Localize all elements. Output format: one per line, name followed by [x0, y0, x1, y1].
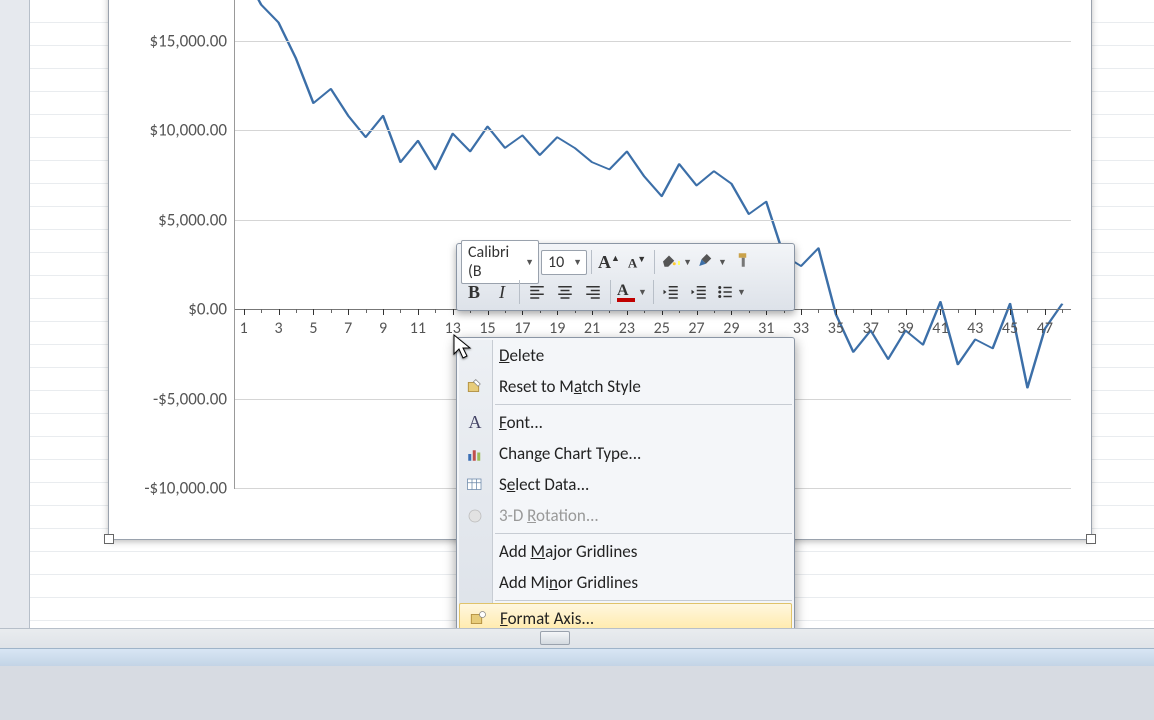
status-bar [0, 648, 1154, 666]
format-axis-icon [468, 609, 488, 629]
menu-reset-to-match-style[interactable]: Reset to Match Style [457, 371, 794, 402]
separator [653, 280, 654, 304]
x-axis-label: 15 [479, 319, 495, 338]
decrease-indent-button[interactable] [658, 279, 684, 305]
y-axis-label: -$10,000.00 [144, 478, 227, 499]
chevron-down-icon: ▼ [573, 257, 582, 268]
align-center-button[interactable] [552, 279, 578, 305]
chevron-down-icon: ▼ [737, 287, 746, 298]
menu-delete[interactable]: Delete [457, 340, 794, 371]
font-size-combo[interactable]: 10 ▼ [541, 250, 587, 275]
y-axis-label: $5,000.00 [158, 209, 227, 230]
shape-outline-button[interactable]: ▼ [695, 249, 729, 275]
font-icon: A [465, 413, 485, 433]
y-axis-label: -$5,000.00 [153, 388, 227, 409]
resize-handle-se[interactable] [1086, 534, 1096, 544]
align-right-button[interactable] [580, 279, 606, 305]
rotation-3d-icon [465, 506, 485, 526]
horizontal-scrollbar[interactable] [0, 628, 1154, 648]
axis-context-menu: Delete Reset to Match Style A Font... Ch… [456, 337, 795, 637]
menu-select-data[interactable]: Select Data... [457, 469, 794, 500]
x-axis-label: 25 [654, 319, 670, 338]
chevron-down-icon: ▼ [718, 257, 727, 268]
x-axis-label: 37 [863, 319, 879, 338]
x-axis-label: 43 [967, 319, 983, 338]
menu-add-minor-gridlines[interactable]: Add Minor Gridlines [457, 567, 794, 598]
x-axis-label: 31 [758, 319, 774, 338]
chart-type-icon [465, 444, 485, 464]
bullets-button[interactable]: ▼ [714, 279, 748, 305]
gridline [235, 220, 1071, 221]
separator [654, 250, 655, 274]
fill-color-button[interactable]: ▼ [659, 249, 693, 275]
grow-font-button[interactable]: A▲ [596, 249, 622, 275]
mini-toolbar: Calibri (B ▼ 10 ▼ A▲ A▼ ▼ ▼ [456, 243, 795, 311]
chevron-down-icon: ▼ [683, 257, 692, 268]
x-axis-label: 29 [723, 319, 739, 338]
x-axis-label: 9 [379, 319, 387, 338]
reset-style-icon [465, 377, 485, 397]
x-axis-label: 17 [514, 319, 530, 338]
menu-separator [495, 404, 792, 405]
x-axis-label: 47 [1037, 319, 1053, 338]
menu-separator [495, 533, 792, 534]
x-axis-label: 27 [688, 319, 704, 338]
y-axis-label: $15,000.00 [150, 30, 227, 51]
x-axis-label: 23 [619, 319, 635, 338]
x-axis-label: 7 [344, 319, 352, 338]
menu-3d-rotation: 3-D Rotation... [457, 500, 794, 531]
paint-bucket-icon [660, 251, 678, 274]
scrollbar-thumb[interactable] [540, 631, 570, 645]
x-axis-label: 13 [445, 319, 461, 338]
format-painter-button[interactable] [731, 249, 757, 275]
x-axis-label: 33 [793, 319, 809, 338]
separator [610, 280, 611, 304]
x-axis-label: 5 [309, 319, 317, 338]
pen-icon [697, 251, 715, 274]
bold-button[interactable]: B [461, 279, 487, 305]
x-axis-label: 3 [274, 319, 282, 338]
gridline [235, 130, 1071, 131]
y-axis-label: $10,000.00 [150, 120, 227, 141]
row-headers [0, 0, 30, 660]
x-axis-label: 1 [240, 319, 248, 338]
x-axis-label: 11 [410, 319, 426, 338]
x-axis-label: 19 [549, 319, 565, 338]
paintbrush-icon [735, 251, 753, 274]
italic-button[interactable]: I [489, 279, 515, 305]
x-axis-label: 39 [897, 319, 913, 338]
x-axis-label: 21 [584, 319, 600, 338]
resize-handle-sw[interactable] [104, 534, 114, 544]
font-name-combo[interactable]: Calibri (B ▼ [461, 240, 539, 284]
x-axis-label: 41 [932, 319, 948, 338]
chevron-down-icon: ▼ [525, 257, 534, 268]
menu-change-chart-type[interactable]: Change Chart Type... [457, 438, 794, 469]
font-size-value: 10 [548, 253, 564, 272]
select-data-icon [465, 475, 485, 495]
x-axis-label: 35 [828, 319, 844, 338]
align-left-button[interactable] [524, 279, 550, 305]
chevron-down-icon: ▼ [638, 287, 647, 298]
gridline [235, 41, 1071, 42]
menu-separator [495, 600, 792, 601]
font-name-value: Calibri (B [468, 243, 522, 281]
font-color-icon: A [617, 282, 635, 302]
menu-add-major-gridlines[interactable]: Add Major Gridlines [457, 536, 794, 567]
font-color-button[interactable]: A ▼ [615, 279, 649, 305]
x-axis-label: 45 [1002, 319, 1018, 338]
separator [519, 280, 520, 304]
y-axis-label: $0.00 [188, 299, 227, 320]
increase-indent-button[interactable] [686, 279, 712, 305]
separator [591, 250, 592, 274]
shrink-font-button[interactable]: A▼ [624, 249, 650, 275]
menu-font[interactable]: A Font... [457, 407, 794, 438]
